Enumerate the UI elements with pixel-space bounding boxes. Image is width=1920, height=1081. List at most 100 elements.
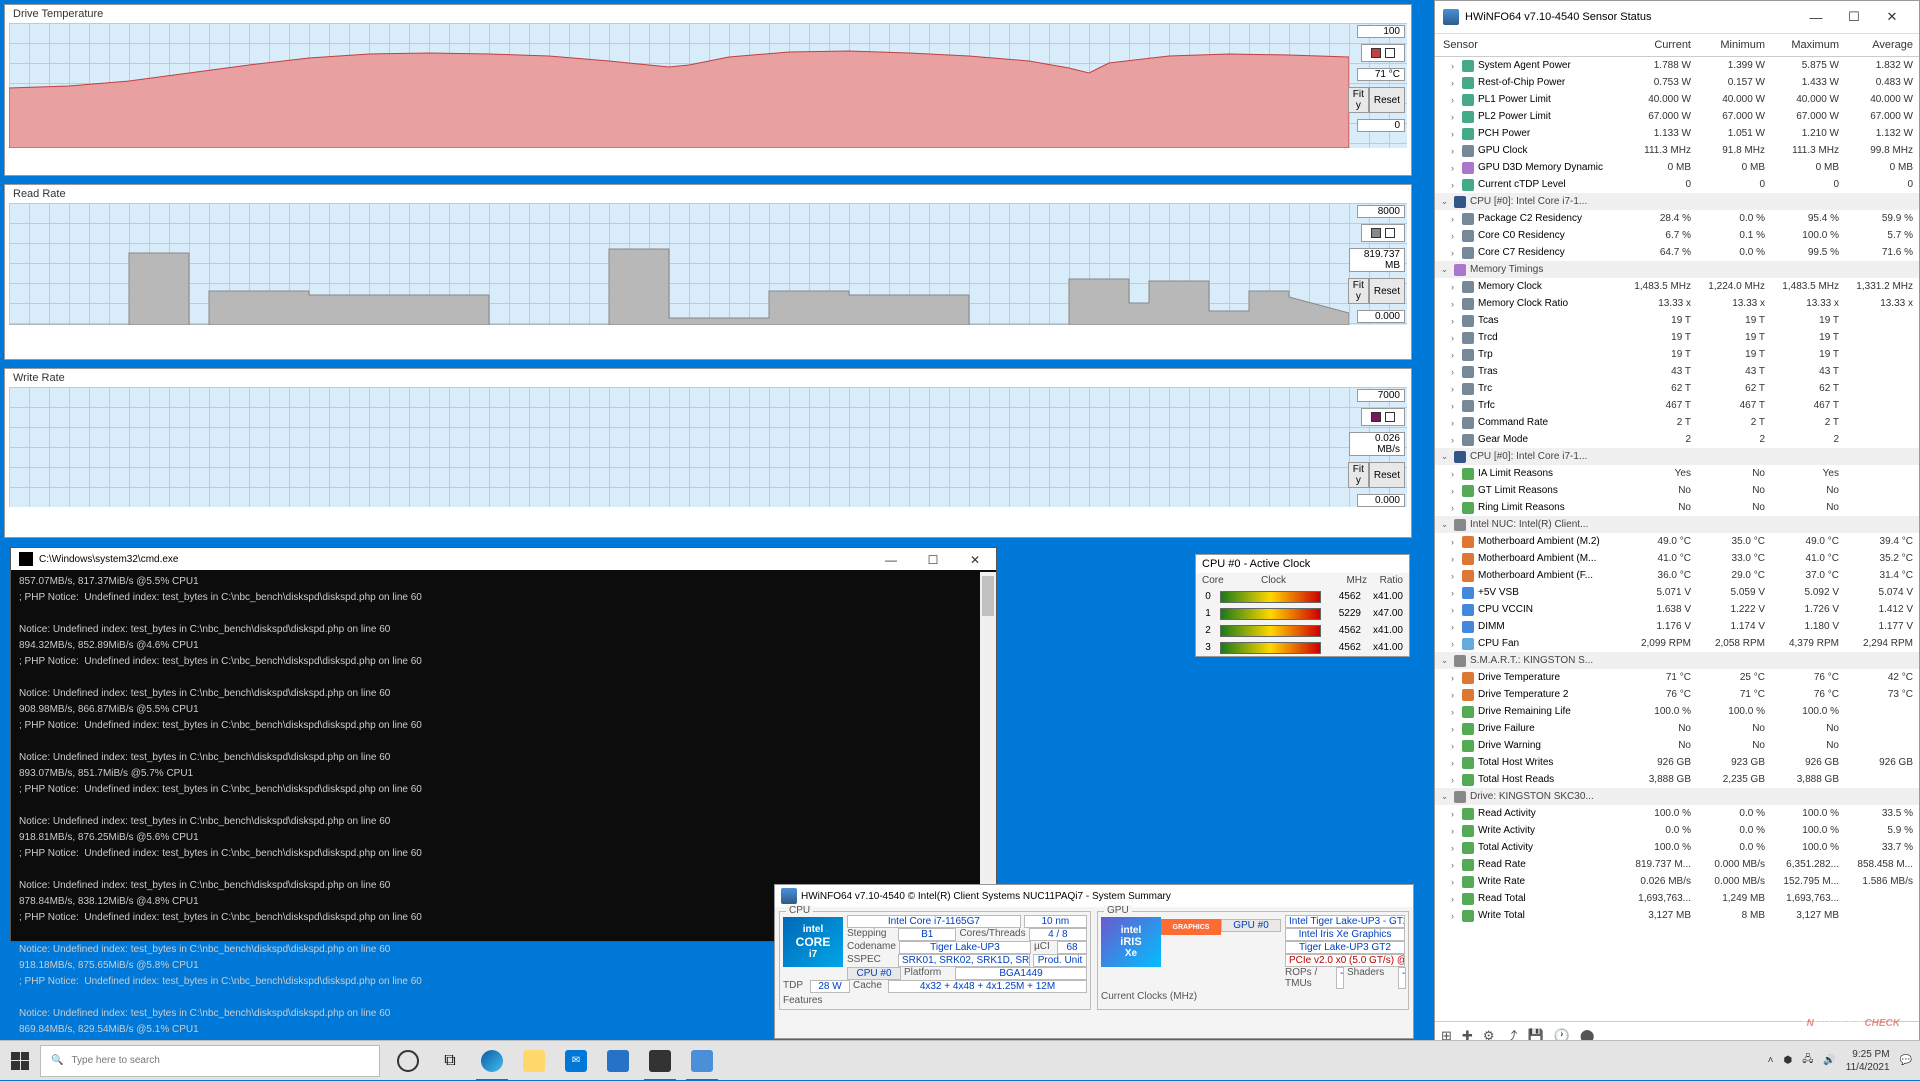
- expand-icon[interactable]: ›: [1447, 145, 1458, 156]
- expand-icon[interactable]: ›: [1447, 315, 1458, 326]
- expand-icon[interactable]: ›: [1447, 417, 1458, 428]
- expand-icon[interactable]: ›: [1447, 111, 1458, 122]
- sensor-row[interactable]: ›DIMM1.176 V1.174 V1.180 V1.177 V: [1435, 618, 1919, 635]
- expand-icon[interactable]: ›: [1447, 706, 1458, 717]
- sensor-row[interactable]: ›Total Host Writes926 GB923 GB926 GB926 …: [1435, 754, 1919, 771]
- hdr-current[interactable]: Current: [1623, 37, 1697, 53]
- reset-button[interactable]: Reset: [1369, 462, 1405, 488]
- expand-icon[interactable]: ⌄: [1439, 451, 1450, 462]
- sensor-body[interactable]: ›System Agent Power1.788 W1.399 W5.875 W…: [1435, 57, 1919, 1021]
- taskbar-hwinfo[interactable]: [682, 1041, 722, 1081]
- expand-icon[interactable]: ›: [1447, 808, 1458, 819]
- expand-icon[interactable]: ›: [1447, 60, 1458, 71]
- sensor-row[interactable]: ›Trp19 T19 T19 T: [1435, 346, 1919, 363]
- expand-icon[interactable]: ›: [1447, 485, 1458, 496]
- expand-icon[interactable]: ›: [1447, 77, 1458, 88]
- expand-icon[interactable]: ›: [1447, 298, 1458, 309]
- summary-titlebar[interactable]: HWiNFO64 v7.10-4540 © Intel(R) Client Sy…: [775, 885, 1413, 907]
- sensor-row[interactable]: ›Core C7 Residency64.7 %0.0 %99.5 %71.6 …: [1435, 244, 1919, 261]
- fit-y-button[interactable]: Fit y: [1348, 87, 1369, 113]
- search-box[interactable]: 🔍 Type here to search: [40, 1045, 380, 1077]
- taskbar-clock[interactable]: 9:25 PM 11/4/2021: [1846, 1048, 1890, 1074]
- sensor-row[interactable]: ›GPU Clock111.3 MHz91.8 MHz111.3 MHz99.8…: [1435, 142, 1919, 159]
- sensor-row[interactable]: ›Drive Temperature71 °C25 °C76 °C42 °C: [1435, 669, 1919, 686]
- expand-icon[interactable]: ›: [1447, 349, 1458, 360]
- sensor-row[interactable]: ›System Agent Power1.788 W1.399 W5.875 W…: [1435, 57, 1919, 74]
- sensor-row[interactable]: ›Write Activity0.0 %0.0 %100.0 %5.9 %: [1435, 822, 1919, 839]
- sensor-group[interactable]: ⌄CPU [#0]: Intel Core i7-1...: [1435, 448, 1919, 465]
- sensor-row[interactable]: ›Core C0 Residency6.7 %0.1 %100.0 %5.7 %: [1435, 227, 1919, 244]
- expand-icon[interactable]: ›: [1447, 689, 1458, 700]
- sensor-row[interactable]: ›PCH Power1.133 W1.051 W1.210 W1.132 W: [1435, 125, 1919, 142]
- hdr-minimum[interactable]: Minimum: [1697, 37, 1771, 53]
- sensor-row[interactable]: ›IA Limit ReasonsYesNoYes: [1435, 465, 1919, 482]
- sensor-titlebar[interactable]: HWiNFO64 v7.10-4540 Sensor Status — ☐ ✕: [1435, 1, 1919, 34]
- expand-icon[interactable]: ›: [1447, 332, 1458, 343]
- close-button[interactable]: ✕: [954, 548, 996, 572]
- taskbar-explorer[interactable]: [514, 1041, 554, 1081]
- reset-button[interactable]: Reset: [1369, 278, 1405, 304]
- maximize-button[interactable]: ☐: [1835, 6, 1873, 28]
- start-button[interactable]: [0, 1041, 40, 1081]
- expand-icon[interactable]: ⌄: [1439, 519, 1450, 530]
- taskbar-cmd[interactable]: [640, 1041, 680, 1081]
- sensor-row[interactable]: ›Tcas19 T19 T19 T: [1435, 312, 1919, 329]
- tray-icon[interactable]: ⬢: [1783, 1055, 1792, 1066]
- expand-icon[interactable]: ›: [1447, 825, 1458, 836]
- expand-icon[interactable]: ›: [1447, 383, 1458, 394]
- hdr-sensor[interactable]: Sensor: [1435, 37, 1623, 53]
- taskbar-store[interactable]: [598, 1041, 638, 1081]
- sensor-row[interactable]: ›Rest-of-Chip Power0.753 W0.157 W1.433 W…: [1435, 74, 1919, 91]
- sensor-row[interactable]: ›Gear Mode222: [1435, 431, 1919, 448]
- expand-icon[interactable]: ›: [1447, 570, 1458, 581]
- fit-y-button[interactable]: Fit y: [1348, 278, 1369, 304]
- cpu-selector[interactable]: CPU #0: [847, 967, 901, 980]
- expand-icon[interactable]: ⌄: [1439, 264, 1450, 275]
- expand-icon[interactable]: ›: [1447, 281, 1458, 292]
- gpu-selector[interactable]: GPU #0: [1221, 919, 1281, 932]
- sensor-row[interactable]: ›Ring Limit ReasonsNoNoNo: [1435, 499, 1919, 516]
- expand-icon[interactable]: ›: [1447, 757, 1458, 768]
- sensor-row[interactable]: ›CPU Fan2,099 RPM2,058 RPM4,379 RPM2,294…: [1435, 635, 1919, 652]
- expand-icon[interactable]: ›: [1447, 94, 1458, 105]
- sensor-row[interactable]: ›PL2 Power Limit67.000 W67.000 W67.000 W…: [1435, 108, 1919, 125]
- task-view-button[interactable]: ⧉: [430, 1041, 470, 1081]
- sensor-row[interactable]: ›Memory Clock1,483.5 MHz1,224.0 MHz1,483…: [1435, 278, 1919, 295]
- expand-icon[interactable]: ›: [1447, 910, 1458, 921]
- fit-y-button[interactable]: Fit y: [1348, 462, 1369, 488]
- sensor-row[interactable]: ›Current cTDP Level0000: [1435, 176, 1919, 193]
- expand-icon[interactable]: ›: [1447, 553, 1458, 564]
- expand-icon[interactable]: ›: [1447, 400, 1458, 411]
- sensor-row[interactable]: ›Total Activity100.0 %0.0 %100.0 %33.7 %: [1435, 839, 1919, 856]
- sensor-row[interactable]: ›GPU D3D Memory Dynamic0 MB0 MB0 MB0 MB: [1435, 159, 1919, 176]
- sensor-row[interactable]: ›Drive WarningNoNoNo: [1435, 737, 1919, 754]
- sensor-row[interactable]: ›+5V VSB5.071 V5.059 V5.092 V5.074 V: [1435, 584, 1919, 601]
- expand-icon[interactable]: ›: [1447, 740, 1458, 751]
- expand-icon[interactable]: ›: [1447, 774, 1458, 785]
- sensor-row[interactable]: ›Trcd19 T19 T19 T: [1435, 329, 1919, 346]
- sensor-row[interactable]: ›CPU VCCIN1.638 V1.222 V1.726 V1.412 V: [1435, 601, 1919, 618]
- sensor-row[interactable]: ›Total Host Reads3,888 GB2,235 GB3,888 G…: [1435, 771, 1919, 788]
- taskbar[interactable]: 🔍 Type here to search ⧉ ✉ ˄ ⬢ 🖧 🔊 9:25 P…: [0, 1040, 1920, 1080]
- maximize-button[interactable]: ☐: [912, 548, 954, 572]
- sensor-row[interactable]: ›Read Total1,693,763...1,249 MB1,693,763…: [1435, 890, 1919, 907]
- sensor-row[interactable]: ›Drive Temperature 276 °C71 °C76 °C73 °C: [1435, 686, 1919, 703]
- expand-icon[interactable]: ⌄: [1439, 196, 1450, 207]
- minimize-button[interactable]: —: [1797, 6, 1835, 28]
- cmd-window[interactable]: C:\Windows\system32\cmd.exe — ☐ ✕ 857.07…: [10, 547, 997, 942]
- sensor-row[interactable]: ›Trc62 T62 T62 T: [1435, 380, 1919, 397]
- sensor-row[interactable]: ›Motherboard Ambient (M...41.0 °C33.0 °C…: [1435, 550, 1919, 567]
- taskbar-edge[interactable]: [472, 1041, 512, 1081]
- sensor-row[interactable]: ›PL1 Power Limit40.000 W40.000 W40.000 W…: [1435, 91, 1919, 108]
- sensor-row[interactable]: ›Write Rate0.026 MB/s0.000 MB/s152.795 M…: [1435, 873, 1919, 890]
- expand-icon[interactable]: ›: [1447, 638, 1458, 649]
- expand-icon[interactable]: ›: [1447, 672, 1458, 683]
- expand-icon[interactable]: ›: [1447, 502, 1458, 513]
- expand-icon[interactable]: ›: [1447, 587, 1458, 598]
- expand-icon[interactable]: ›: [1447, 162, 1458, 173]
- hdr-average[interactable]: Average: [1845, 37, 1919, 53]
- tray-volume-icon[interactable]: 🔊: [1823, 1055, 1835, 1066]
- expand-icon[interactable]: ›: [1447, 536, 1458, 547]
- hwinfo-summary-window[interactable]: HWiNFO64 v7.10-4540 © Intel(R) Client Sy…: [774, 884, 1414, 1039]
- sensor-row[interactable]: ›Read Activity100.0 %0.0 %100.0 %33.5 %: [1435, 805, 1919, 822]
